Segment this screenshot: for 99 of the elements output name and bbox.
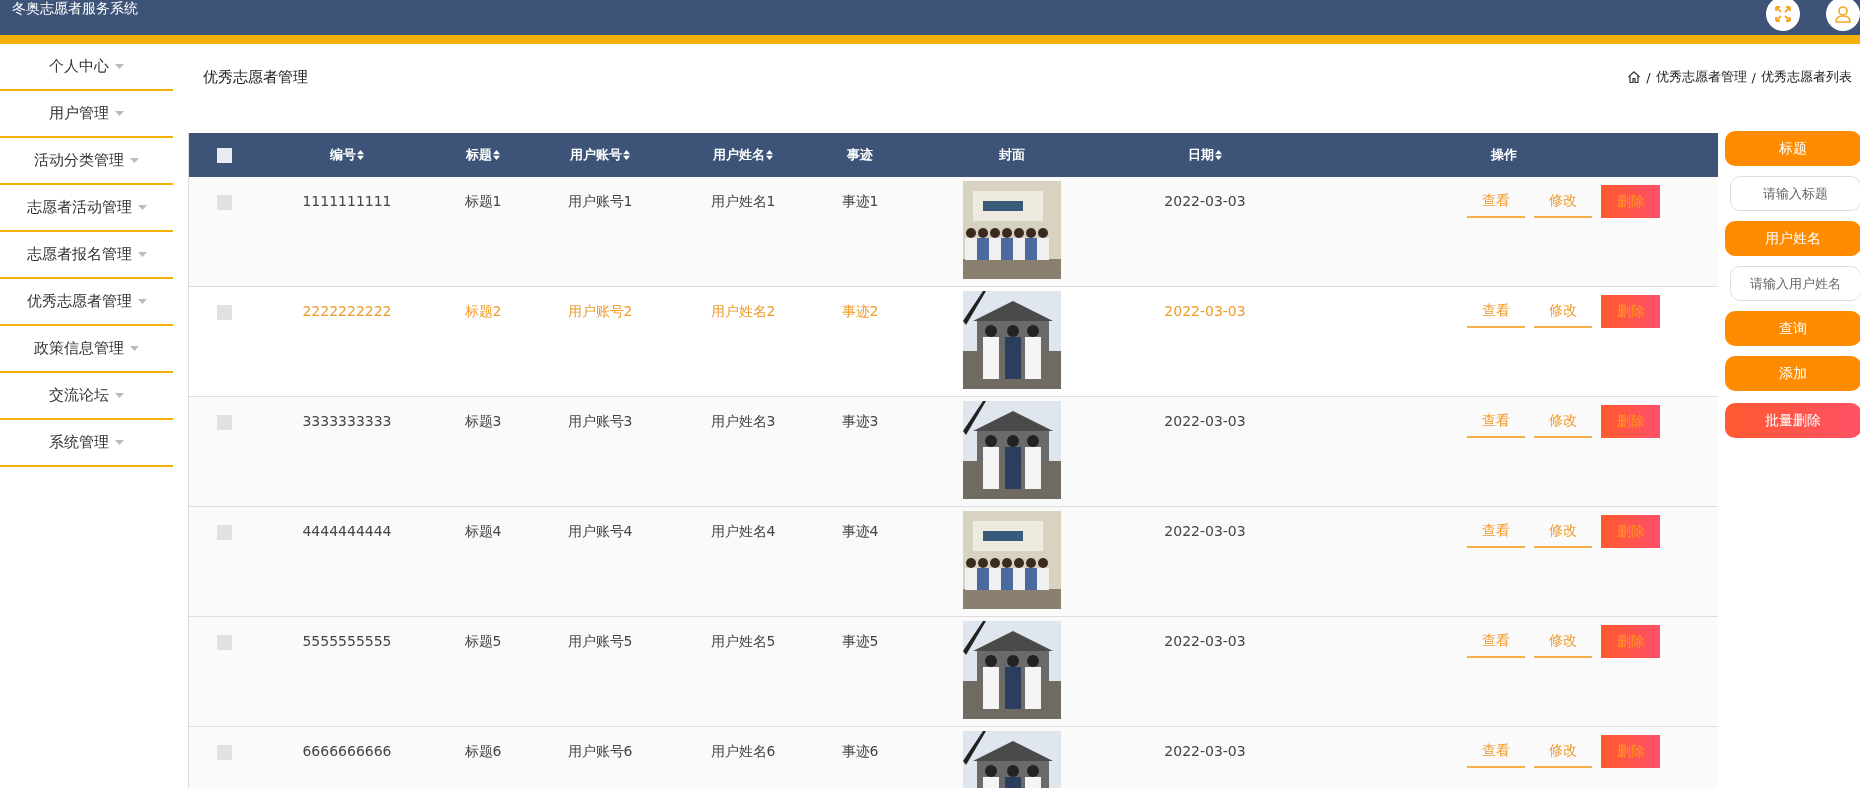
sort-icon[interactable]: [493, 150, 500, 160]
checkbox[interactable]: [216, 305, 232, 320]
table-cell: 事迹6: [841, 743, 879, 761]
table-cell: 标题4: [464, 523, 502, 541]
table-cell: 事迹3: [841, 413, 879, 431]
checkbox[interactable]: [216, 195, 232, 210]
column-header: 操作: [1490, 146, 1517, 164]
checkbox[interactable]: [216, 415, 232, 430]
view-button[interactable]: 查看: [1467, 405, 1525, 438]
table-cell: 2022-03-03: [1164, 743, 1246, 759]
edit-button[interactable]: 修改: [1534, 515, 1592, 548]
column-header: 封面: [999, 146, 1025, 164]
view-button[interactable]: 查看: [1467, 735, 1525, 768]
view-button[interactable]: 查看: [1467, 185, 1525, 218]
edit-button[interactable]: 修改: [1534, 185, 1592, 218]
app-title: 冬奥志愿者服务系统: [12, 0, 138, 18]
action-button[interactable]: 查询: [1725, 311, 1860, 346]
table-cell: 标题5: [464, 633, 502, 651]
table-cell: 用户账号1: [567, 193, 633, 211]
view-button[interactable]: 查看: [1467, 295, 1525, 328]
sort-icon[interactable]: [766, 150, 773, 160]
table-cell: 5555555555: [302, 633, 392, 649]
field-label: 标题: [1725, 131, 1860, 166]
action-button[interactable]: 添加: [1725, 356, 1860, 391]
edit-button[interactable]: 修改: [1534, 295, 1592, 328]
table-cell: 标题1: [464, 193, 502, 211]
column-header: 事迹: [847, 146, 873, 164]
sort-icon[interactable]: [623, 150, 630, 160]
table-cell: 用户姓名3: [710, 413, 776, 431]
table-cell: 用户姓名2: [710, 303, 776, 321]
table-cell: 3333333333: [302, 413, 392, 429]
sort-icon[interactable]: [357, 150, 364, 160]
user-icon[interactable]: [1826, 0, 1860, 31]
column-header[interactable]: 用户姓名: [713, 146, 773, 164]
view-button[interactable]: 查看: [1467, 625, 1525, 658]
fullscreen-icon[interactable]: [1766, 0, 1800, 31]
table-cell: 2022-03-03: [1164, 523, 1246, 539]
caret-icon: [115, 64, 124, 69]
table-cell: 6666666666: [302, 743, 392, 759]
breadcrumb-item: 优秀志愿者列表: [1761, 68, 1852, 86]
edit-button[interactable]: 修改: [1534, 735, 1592, 768]
table-cell: 用户账号2: [567, 303, 633, 321]
home-icon[interactable]: [1627, 70, 1642, 84]
table-cell: 用户姓名4: [710, 523, 776, 541]
edit-button[interactable]: 修改: [1534, 405, 1592, 438]
table-cell: 事迹5: [841, 633, 879, 651]
breadcrumb-separator: /: [1646, 69, 1651, 85]
column-header[interactable]: 标题: [466, 146, 500, 164]
table-cell: 用户账号3: [567, 413, 633, 431]
column-header[interactable]: 编号: [330, 146, 364, 164]
checkbox[interactable]: [216, 525, 232, 540]
table-cell: 2022-03-03: [1164, 633, 1246, 649]
table-cell: 标题2: [464, 303, 502, 321]
breadcrumb-item[interactable]: 优秀志愿者管理: [1655, 68, 1747, 86]
table-cell: 用户账号4: [567, 523, 633, 541]
checkbox[interactable]: [216, 745, 232, 760]
delete-button[interactable]: 删除: [1601, 405, 1660, 438]
table-cell: 2022-03-03: [1164, 193, 1246, 209]
table-cell: 标题6: [464, 743, 502, 761]
table-cell: 2022-03-03: [1164, 303, 1246, 319]
delete-button[interactable]: 删除: [1601, 295, 1660, 328]
breadcrumb-separator: /: [1751, 69, 1756, 85]
caret-icon: [130, 158, 139, 163]
page-title: 优秀志愿者管理: [203, 67, 308, 87]
table-cell: 用户姓名5: [710, 633, 776, 651]
search-field[interactable]: 请输入标题: [1730, 176, 1860, 211]
field-label: 用户姓名: [1725, 221, 1860, 256]
caret-icon: [115, 111, 124, 116]
table-cell: 用户账号6: [567, 743, 633, 761]
column-header[interactable]: 日期: [1188, 146, 1222, 164]
table-cell: 用户姓名6: [710, 743, 776, 761]
delete-button[interactable]: 删除: [1601, 735, 1660, 768]
caret-icon: [137, 205, 147, 210]
table-cell: 1111111111: [302, 193, 392, 209]
table-cell: 2222222222: [302, 303, 392, 319]
checkbox[interactable]: [216, 635, 232, 650]
table-cell: 标题3: [464, 413, 502, 431]
view-button[interactable]: 查看: [1467, 515, 1525, 548]
column-header[interactable]: 用户账号: [570, 146, 630, 164]
caret-icon: [115, 393, 124, 398]
checkbox[interactable]: [216, 147, 232, 163]
table-cell: 事迹2: [841, 303, 879, 321]
caret-icon: [137, 252, 147, 257]
table-cell: 事迹4: [841, 523, 879, 541]
search-field[interactable]: 请输入用户姓名: [1730, 266, 1860, 301]
table-cell: 事迹1: [841, 193, 879, 211]
table-cell: 2022-03-03: [1164, 413, 1246, 429]
table-cell: 用户姓名1: [710, 193, 776, 211]
table-cell: 4444444444: [302, 523, 392, 539]
caret-icon: [137, 299, 147, 304]
edit-button[interactable]: 修改: [1534, 625, 1592, 658]
caret-icon: [115, 440, 124, 445]
delete-button[interactable]: 删除: [1601, 625, 1660, 658]
sort-icon[interactable]: [1215, 150, 1222, 160]
table-cell: 用户账号5: [567, 633, 633, 651]
caret-icon: [130, 346, 139, 351]
delete-button[interactable]: 删除: [1601, 185, 1660, 218]
batch-delete-button[interactable]: 批量删除: [1725, 403, 1860, 438]
delete-button[interactable]: 删除: [1601, 515, 1660, 548]
